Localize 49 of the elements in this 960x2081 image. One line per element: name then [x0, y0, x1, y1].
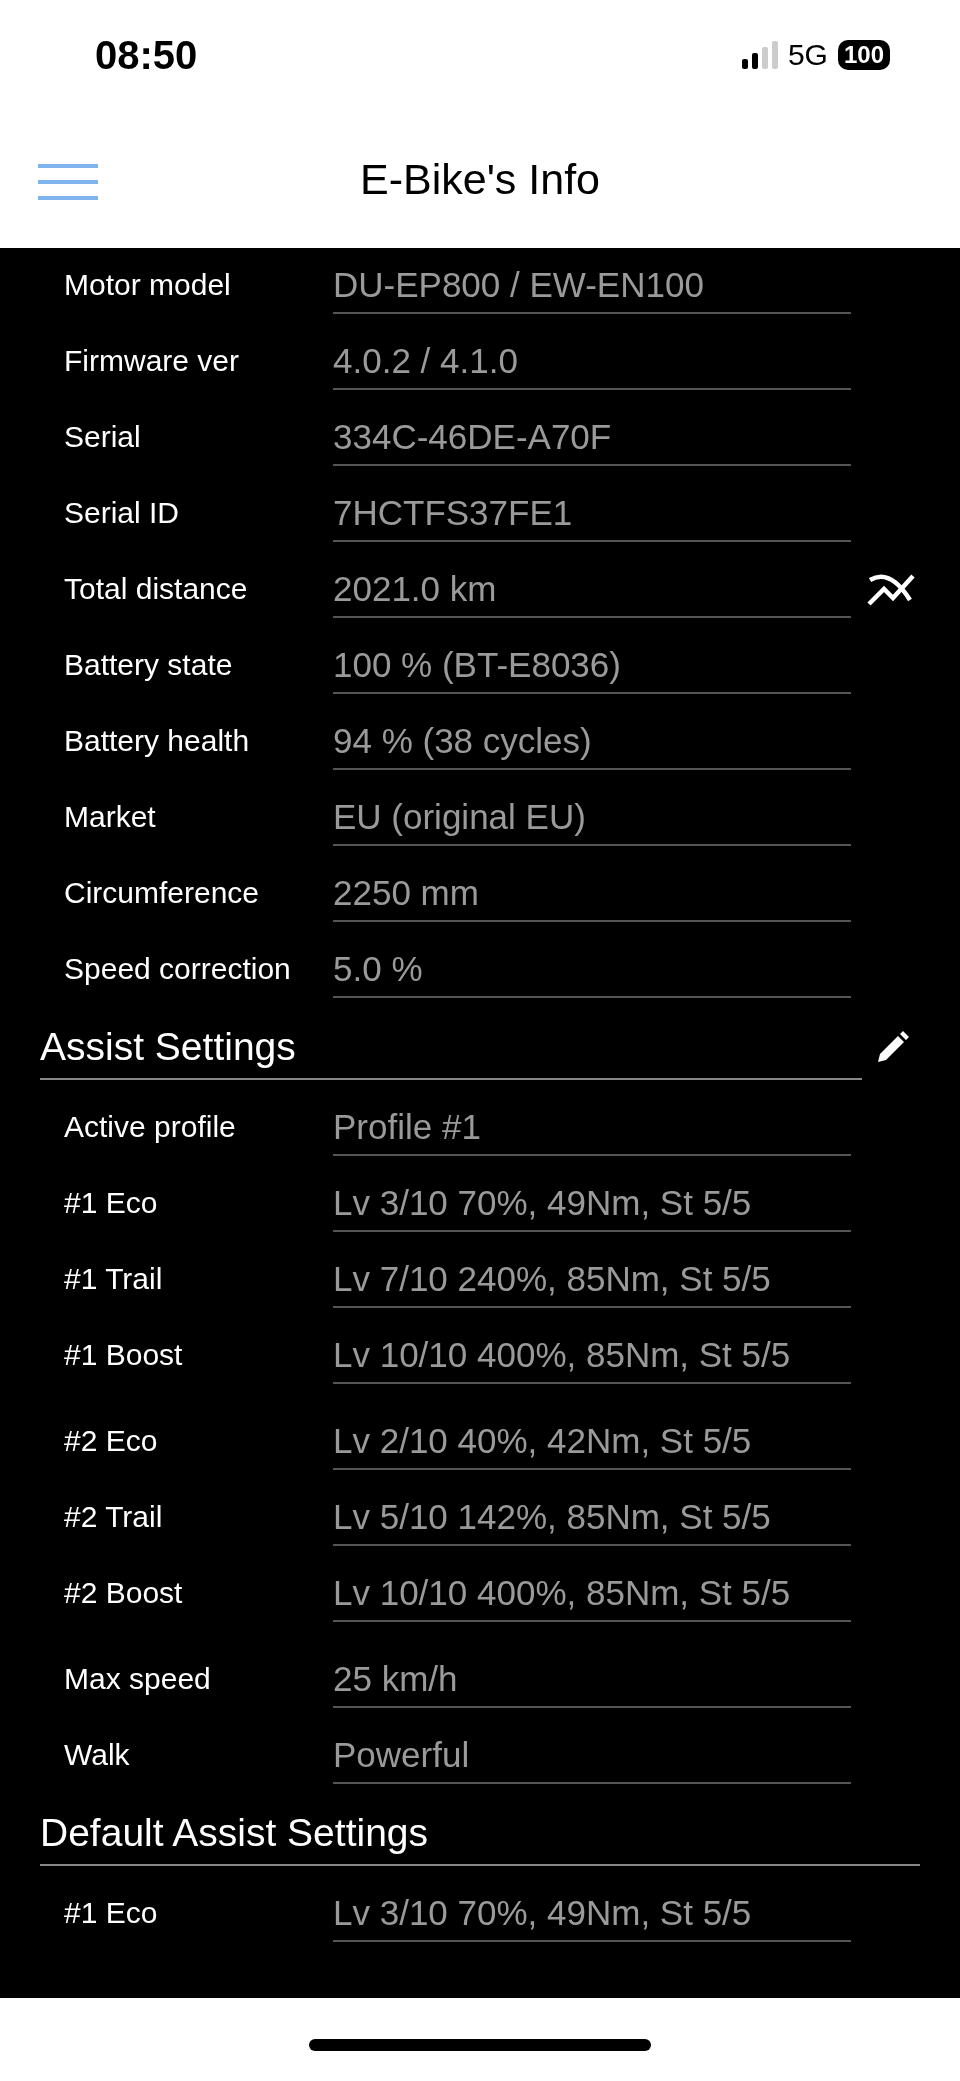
field-value: Lv 7/10 240%, 85Nm, St 5/5 — [333, 1252, 851, 1308]
field-value: EU (original EU) — [333, 790, 851, 846]
field-label: Active profile — [63, 1110, 237, 1145]
field-value: 5.0 % — [333, 942, 851, 998]
field-label: Walk — [63, 1738, 131, 1773]
field-value: 94 % (38 cycles) — [333, 714, 851, 770]
field-label: Motor model — [63, 268, 232, 303]
page-title: E-Bike's Info — [360, 154, 600, 204]
field-value: Lv 10/10 400%, 85Nm, St 5/5 — [333, 1328, 851, 1384]
field-value: 100 % (BT-E8036) — [333, 638, 851, 694]
field-label: #1 Boost — [63, 1338, 184, 1373]
field-label: Battery health — [63, 724, 251, 759]
status-time: 08:50 — [95, 32, 198, 78]
field-value: Profile #1 — [333, 1100, 851, 1156]
signal-icon — [741, 41, 778, 69]
field-value: 334C-46DE-A70F — [333, 410, 851, 466]
field-label: Firmware ver — [63, 344, 240, 379]
field-label: Serial ID — [63, 496, 181, 531]
field-label: #2 Boost — [63, 1576, 184, 1611]
field-label: Serial — [63, 420, 142, 455]
field-label: Market — [63, 800, 157, 835]
section-title: Default Assist Settings — [40, 1810, 429, 1855]
field-label: #1 Trail — [63, 1262, 164, 1297]
field-value: 4.0.2 / 4.1.0 — [333, 334, 851, 390]
trend-chart-button[interactable] — [866, 572, 916, 606]
field-value: Lv 2/10 40%, 42Nm, St 5/5 — [333, 1414, 851, 1470]
battery-indicator: 100 — [837, 40, 890, 70]
field-label: Circumference — [63, 876, 261, 911]
network-label: 5G — [787, 38, 828, 72]
edit-button[interactable] — [876, 1030, 910, 1064]
field-label: #2 Eco — [63, 1424, 159, 1459]
field-label: Total distance — [63, 572, 249, 607]
field-value: Lv 3/10 70%, 49Nm, St 5/5 — [333, 1886, 851, 1942]
field-value: DU-EP800 / EW-EN100 — [333, 258, 851, 314]
field-value: Lv 3/10 70%, 49Nm, St 5/5 — [333, 1176, 851, 1232]
field-value: 25 km/h — [333, 1652, 851, 1708]
field-label: #2 Trail — [63, 1500, 164, 1535]
field-value: 2250 mm — [333, 866, 851, 922]
field-label: Max speed — [63, 1662, 212, 1697]
section-title: Assist Settings — [40, 1024, 296, 1069]
field-value: Lv 5/10 142%, 85Nm, St 5/5 — [333, 1490, 851, 1546]
field-label: Battery state — [63, 648, 234, 683]
field-label: #1 Eco — [63, 1186, 159, 1221]
field-value: Powerful — [333, 1728, 851, 1784]
field-value: 2021.0 km — [333, 562, 851, 618]
field-label: #1 Eco — [63, 1896, 159, 1931]
field-value: Lv 10/10 400%, 85Nm, St 5/5 — [333, 1566, 851, 1622]
field-label: Speed correction — [63, 952, 292, 987]
field-value: 7HCTFS37FE1 — [333, 486, 851, 542]
